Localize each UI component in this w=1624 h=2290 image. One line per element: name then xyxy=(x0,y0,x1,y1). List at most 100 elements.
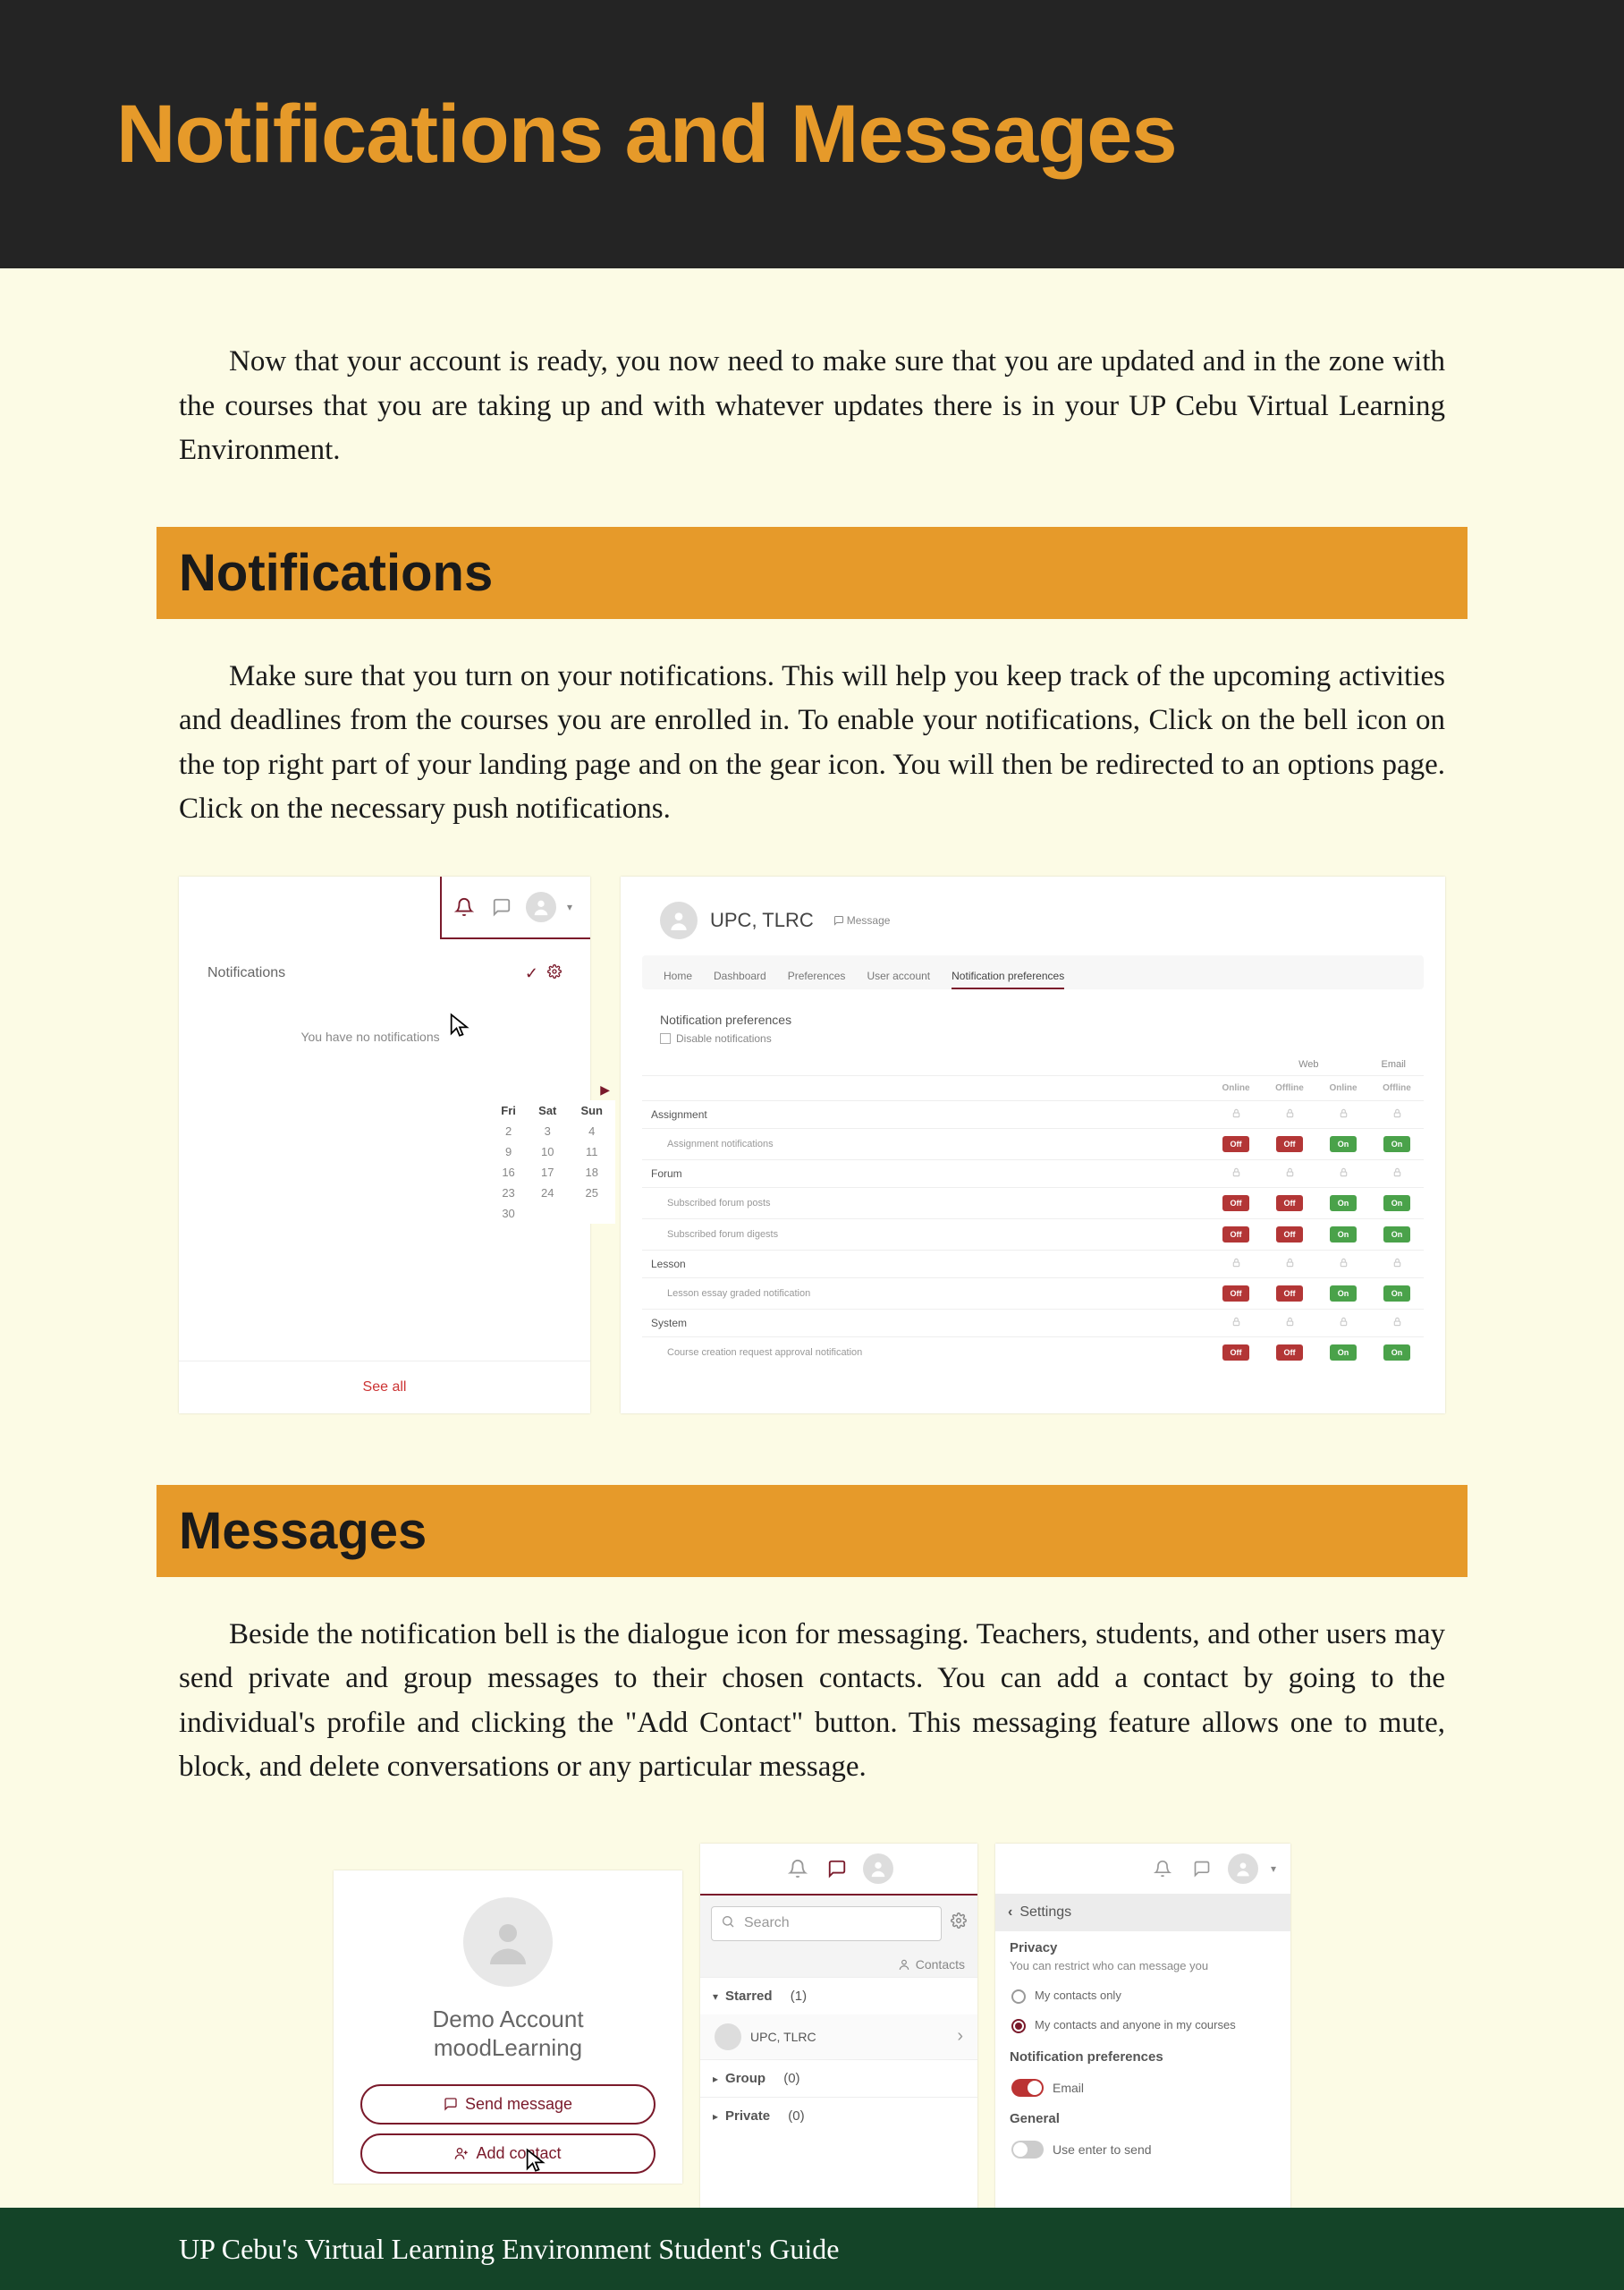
caret-right-icon xyxy=(713,2071,718,2086)
col-group-web: Web xyxy=(1298,1059,1318,1070)
toggle-badge[interactable]: On xyxy=(1330,1285,1357,1302)
profile-large-avatar-icon xyxy=(463,1897,553,1987)
privacy-heading: Privacy xyxy=(1010,1940,1276,1955)
caret-right-icon xyxy=(713,2108,718,2124)
pref-row: Assignment notificationsOffOffOnOn xyxy=(642,1128,1424,1159)
toggle-badge[interactable]: Off xyxy=(1276,1226,1303,1243)
lock-icon xyxy=(1339,1260,1349,1270)
tab-home[interactable]: Home xyxy=(664,964,692,989)
col-group-email: Email xyxy=(1381,1059,1406,1070)
toggle-badge[interactable]: Off xyxy=(1222,1285,1249,1302)
screenshot-notifications-dropdown: ▾ Notifications ✓ You have no notificati… xyxy=(179,877,590,1413)
chat-icon[interactable] xyxy=(824,1855,850,1882)
pref-row: Subscribed forum postsOffOffOnOn xyxy=(642,1187,1424,1218)
toggle-badge[interactable]: Off xyxy=(1222,1344,1249,1361)
chat-icon[interactable] xyxy=(1188,1855,1215,1882)
toggle-badge[interactable]: On xyxy=(1383,1136,1410,1152)
lock-icon xyxy=(1231,1111,1241,1121)
privacy-contacts-only-radio[interactable] xyxy=(1011,1989,1026,2004)
toggle-badge[interactable]: Off xyxy=(1276,1136,1303,1152)
account-name-line1: Demo Account xyxy=(432,2006,583,2032)
group-section-toggle[interactable]: Group (0) xyxy=(700,2059,977,2097)
lock-icon xyxy=(1392,1170,1402,1180)
toggle-badge[interactable]: On xyxy=(1383,1226,1410,1243)
notifications-panel-title: Notifications xyxy=(207,965,285,981)
user-avatar-icon[interactable] xyxy=(863,1853,893,1884)
chat-icon[interactable] xyxy=(488,894,515,920)
toggle-badge[interactable]: Off xyxy=(1222,1226,1249,1243)
privacy-opt1-label: My contacts only xyxy=(1035,1989,1121,2002)
lock-icon xyxy=(1392,1319,1402,1329)
toggle-badge[interactable]: On xyxy=(1330,1226,1357,1243)
screenshot-messages-panel: Search Contacts Starred (1) UPC, TLRC › xyxy=(700,1844,977,2210)
messages-heading: Messages xyxy=(156,1485,1468,1577)
caret-down-icon[interactable]: ▾ xyxy=(567,901,572,913)
page-footer: UP Cebu's Virtual Learning Environment S… xyxy=(0,2208,1624,2290)
page-header: Notifications and Messages xyxy=(0,0,1624,268)
bell-icon[interactable] xyxy=(1149,1855,1176,1882)
settings-title: Settings xyxy=(1019,1904,1071,1921)
tab-notification-preferences[interactable]: Notification preferences xyxy=(952,964,1064,989)
bell-icon[interactable] xyxy=(784,1855,811,1882)
notifications-screenshots: ▾ Notifications ✓ You have no notificati… xyxy=(179,877,1445,1413)
user-avatar-icon[interactable] xyxy=(526,892,556,922)
lock-icon xyxy=(1392,1111,1402,1121)
toggle-badge[interactable]: Off xyxy=(1276,1285,1303,1302)
add-contact-button[interactable]: Add contact xyxy=(360,2133,656,2174)
notifications-body: Make sure that you turn on your notifica… xyxy=(179,655,1445,832)
profile-name: UPC, TLRC xyxy=(710,909,814,932)
screenshot-message-settings: ▾ ‹ Settings Privacy You can restrict wh… xyxy=(995,1844,1290,2237)
email-toggle[interactable] xyxy=(1011,2079,1044,2097)
lock-icon xyxy=(1339,1170,1349,1180)
tab-preferences[interactable]: Preferences xyxy=(788,964,846,989)
cursor-icon xyxy=(447,1008,472,1045)
toggle-badge[interactable]: Off xyxy=(1276,1344,1303,1361)
lock-icon xyxy=(1285,1170,1295,1180)
profile-avatar-icon xyxy=(660,902,698,939)
toggle-badge[interactable]: Off xyxy=(1276,1195,1303,1211)
privacy-contacts-courses-radio[interactable] xyxy=(1011,2019,1026,2033)
screenshot-notification-preferences: UPC, TLRC Message Home Dashboard Prefere… xyxy=(621,877,1445,1413)
toggle-badge[interactable]: Off xyxy=(1222,1195,1249,1211)
user-avatar-icon[interactable] xyxy=(1228,1853,1258,1884)
see-all-link[interactable]: See all xyxy=(179,1361,590,1413)
notifications-heading: Notifications xyxy=(156,527,1468,619)
account-name-line2: moodLearning xyxy=(434,2034,582,2061)
toggle-badge[interactable]: On xyxy=(1330,1195,1357,1211)
page-title: Notifications and Messages xyxy=(116,88,1177,182)
preferences-title: Notification preferences xyxy=(639,998,1427,1032)
toggle-badge[interactable]: On xyxy=(1383,1195,1410,1211)
back-icon[interactable]: ‹ xyxy=(1008,1904,1012,1921)
messages-screenshots: Demo Account moodLearning Send message A… xyxy=(179,1844,1445,2237)
enter-to-send-toggle[interactable] xyxy=(1011,2141,1044,2159)
lock-icon xyxy=(1285,1319,1295,1329)
search-input[interactable]: Search xyxy=(711,1906,942,1941)
calendar-snippet: ▶ FriSatSun 234 91011 161718 232425 30 xyxy=(490,1100,615,1224)
tab-dashboard[interactable]: Dashboard xyxy=(714,964,766,989)
message-link[interactable]: Message xyxy=(833,914,891,927)
contacts-link[interactable]: Contacts xyxy=(700,1952,977,1977)
mark-read-icon[interactable]: ✓ xyxy=(525,964,538,983)
private-section-toggle[interactable]: Private (0) xyxy=(700,2097,977,2134)
toggle-badge[interactable]: On xyxy=(1383,1285,1410,1302)
privacy-opt2-label: My contacts and anyone in my courses xyxy=(1035,2018,1236,2031)
calendar-next-icon[interactable]: ▶ xyxy=(600,1082,610,1098)
toggle-badge[interactable]: On xyxy=(1330,1136,1357,1152)
contact-row[interactable]: UPC, TLRC › xyxy=(700,2014,977,2059)
starred-section-toggle[interactable]: Starred (1) xyxy=(700,1977,977,2014)
cursor-icon xyxy=(523,2147,548,2180)
preferences-table: Online Offline Online Offline Assignment… xyxy=(642,1075,1424,1368)
send-message-button[interactable]: Send message xyxy=(360,2084,656,2125)
enter-to-send-label: Use enter to send xyxy=(1053,2142,1152,2157)
caret-down-icon[interactable]: ▾ xyxy=(1271,1862,1276,1875)
bell-icon[interactable] xyxy=(451,894,478,920)
pref-row: System xyxy=(642,1309,1424,1336)
lock-icon xyxy=(1231,1319,1241,1329)
toggle-badge[interactable]: On xyxy=(1383,1344,1410,1361)
messages-settings-icon[interactable] xyxy=(951,1913,967,1934)
tab-user-account[interactable]: User account xyxy=(867,964,930,989)
toggle-badge[interactable]: Off xyxy=(1222,1136,1249,1152)
gear-icon[interactable] xyxy=(547,964,562,983)
toggle-badge[interactable]: On xyxy=(1330,1344,1357,1361)
disable-notifications-checkbox[interactable] xyxy=(660,1033,671,1044)
